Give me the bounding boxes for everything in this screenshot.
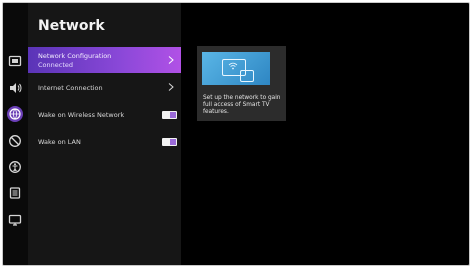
privacy-icon[interactable]: [8, 134, 22, 148]
tv-screen: Network Network Configuration Connected …: [2, 2, 470, 266]
tv-icon: [240, 70, 254, 82]
info-card: Set up the network to gain full access o…: [197, 46, 286, 121]
network-illustration: [202, 52, 270, 85]
picture-icon[interactable]: [8, 54, 22, 68]
menu-item-wake-on-wireless-network[interactable]: Wake on Wireless Network: [28, 102, 181, 128]
wifi-icon: [228, 62, 238, 70]
support-icon[interactable]: [8, 213, 22, 227]
sound-icon[interactable]: [8, 81, 22, 95]
menu-item-label: Internet Connection: [38, 84, 103, 92]
accessibility-icon[interactable]: [8, 160, 22, 174]
menu-item-label: Wake on LAN: [38, 138, 81, 146]
page-title: Network: [38, 18, 105, 34]
wake-on-lan-toggle[interactable]: [162, 138, 177, 146]
wake-on-wireless-toggle[interactable]: [162, 111, 177, 119]
menu-item-label: Wake on Wireless Network: [38, 111, 125, 119]
network-settings-panel: Network Network Configuration Connected …: [28, 3, 181, 265]
menu-item-internet-connection[interactable]: Internet Connection: [28, 75, 181, 101]
system-icon[interactable]: [8, 186, 22, 200]
connection-status: Connected: [38, 61, 74, 69]
chevron-right-icon: [168, 83, 174, 91]
info-description: Set up the network to gain full access o…: [203, 95, 281, 116]
menu-item-label: Network Configuration: [38, 52, 112, 60]
settings-category-rail: [3, 3, 28, 265]
menu-item-network-configuration[interactable]: Network Configuration Connected: [28, 47, 181, 73]
menu-item-wake-on-lan[interactable]: Wake on LAN: [28, 129, 181, 155]
chevron-right-icon: [168, 56, 174, 64]
network-icon[interactable]: [7, 106, 23, 122]
